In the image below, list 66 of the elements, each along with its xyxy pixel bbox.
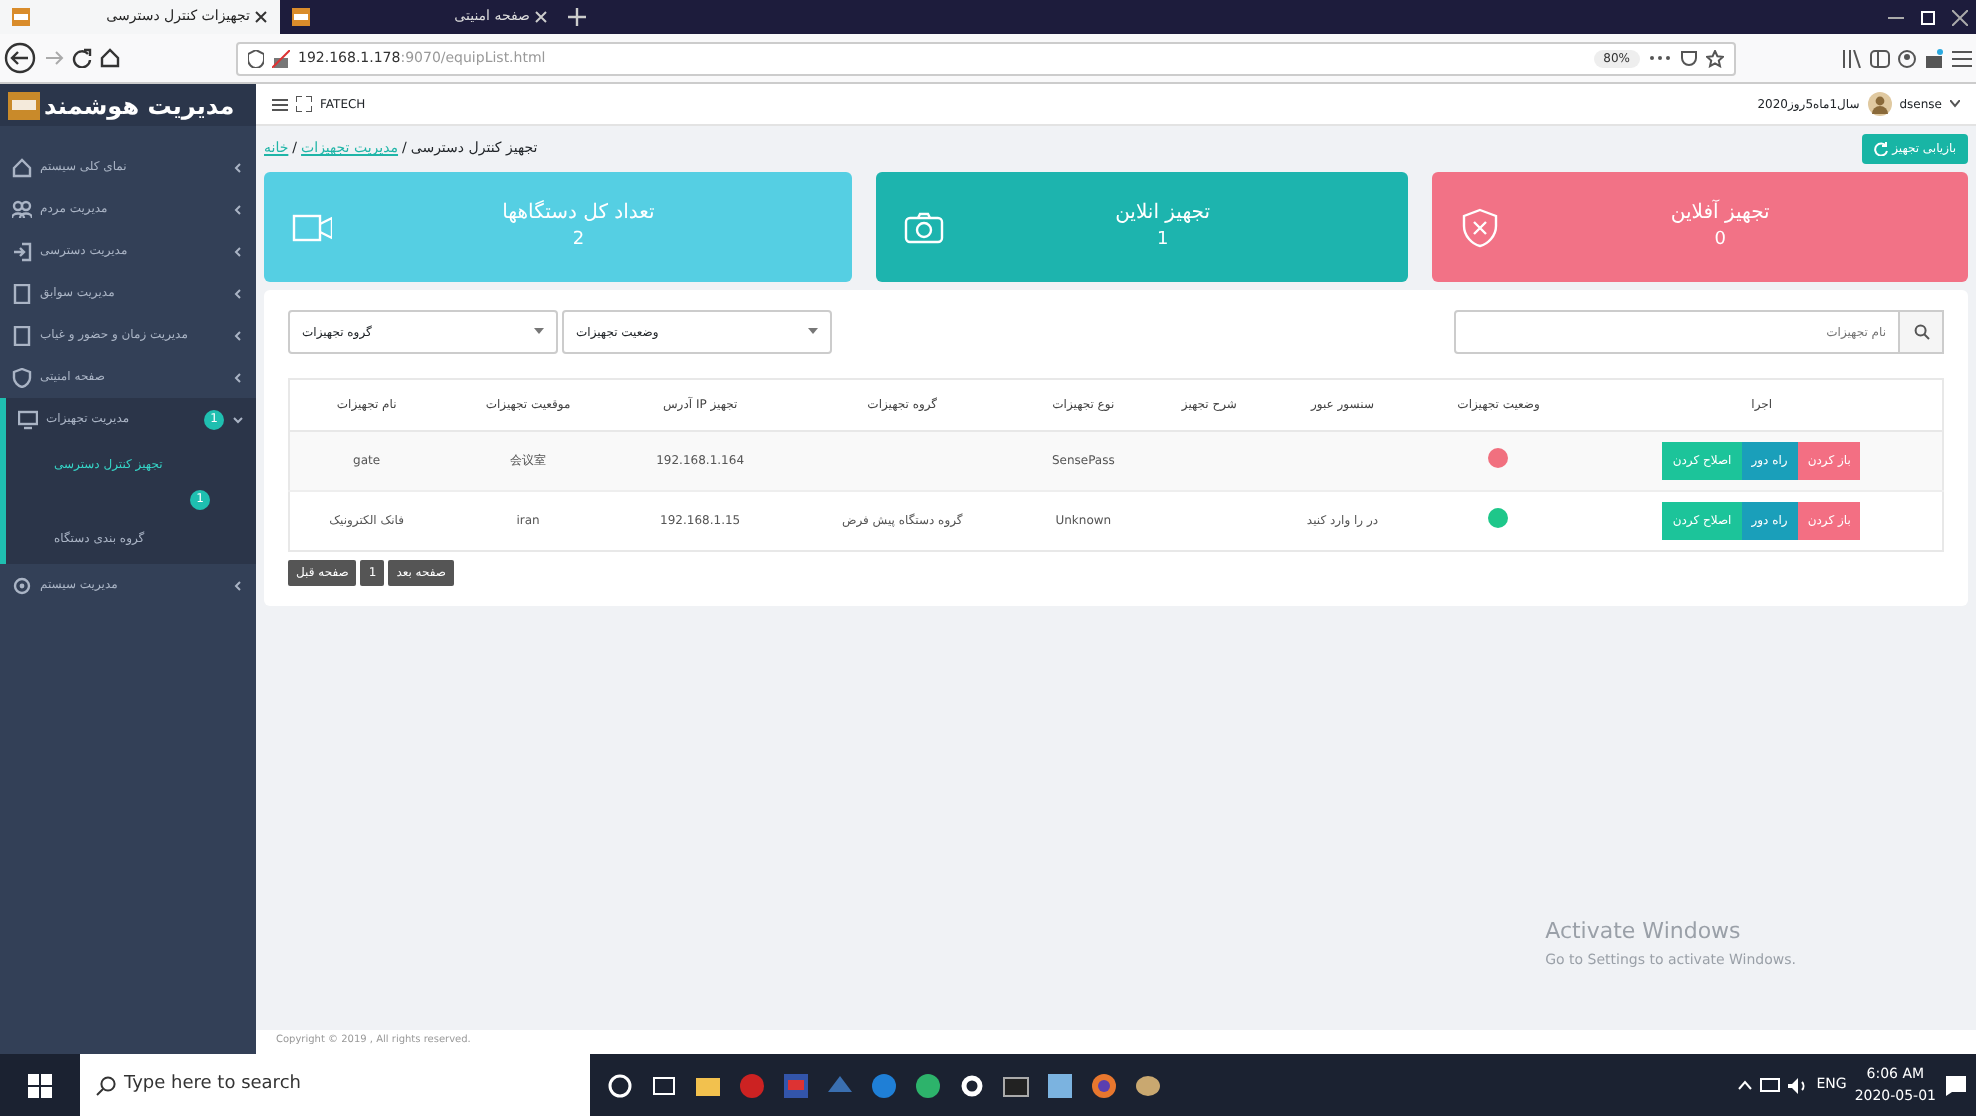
favicon-icon	[12, 8, 30, 26]
taskbar-search-field[interactable]: Type here to search	[80, 1054, 590, 1116]
close-icon[interactable]	[254, 10, 268, 24]
account-icon[interactable]	[1898, 49, 1916, 67]
fullscreen-icon[interactable]	[296, 96, 312, 112]
home-icon[interactable]	[100, 48, 120, 68]
star-icon[interactable]	[1706, 49, 1724, 67]
card-count: 1	[1156, 228, 1169, 255]
taskbar-app-icon[interactable]	[650, 1071, 678, 1099]
notification-icon[interactable]	[1944, 1073, 1968, 1097]
tablet-icon	[12, 325, 32, 345]
menu-icon[interactable]	[1952, 49, 1972, 67]
card-title: تجهیز آفلاین	[1670, 198, 1770, 229]
taskbar-app-icon[interactable]	[1046, 1071, 1074, 1099]
sign-in-icon	[12, 241, 32, 261]
insecure-lock-icon	[272, 49, 290, 67]
chevron-left-icon	[232, 203, 244, 215]
logo-icon	[8, 91, 40, 119]
chevron-left-icon	[232, 287, 244, 299]
back-icon[interactable]	[4, 42, 36, 74]
caret-icon[interactable]	[1950, 100, 1960, 108]
chevron-left-icon	[232, 371, 244, 383]
brand-title: مدیریت هوشمند	[44, 89, 235, 123]
search-icon	[1913, 324, 1929, 340]
users-icon	[12, 199, 32, 219]
sidebar-icon[interactable]	[1870, 49, 1890, 67]
chevron-down-icon	[232, 413, 244, 425]
menu-icon[interactable]	[272, 97, 288, 111]
monitor-icon	[18, 409, 38, 429]
taskbar-app-icon[interactable]	[1134, 1071, 1162, 1099]
refresh-icon	[1874, 142, 1889, 156]
card-title: تعداد کل دستگاهها	[502, 198, 655, 229]
activation-title: Activate Windows	[1545, 916, 1743, 948]
chevron-left-icon	[232, 579, 244, 591]
close-icon[interactable]	[1952, 9, 1968, 25]
chevron-left-icon	[232, 329, 244, 341]
taskbar-app-icon[interactable]	[1002, 1071, 1030, 1099]
library-icon[interactable]	[1842, 49, 1862, 67]
search-icon	[96, 1075, 116, 1095]
card-title: تجهیز انلاین	[1115, 200, 1211, 229]
more-icon[interactable]	[1648, 54, 1672, 62]
network-icon[interactable]	[1760, 1077, 1781, 1093]
card-count: 0	[1714, 228, 1726, 255]
card-count: 2	[572, 228, 585, 255]
tablet-icon	[12, 283, 32, 303]
windows-logo-icon[interactable]	[28, 1073, 52, 1097]
favicon-icon	[292, 8, 310, 26]
taskbar-app-icon[interactable]	[958, 1071, 986, 1099]
taskbar-app-icon[interactable]	[914, 1071, 942, 1099]
reload-icon[interactable]	[72, 48, 92, 68]
caret-icon	[808, 328, 818, 336]
camera-icon	[904, 207, 945, 247]
avatar-icon	[1867, 92, 1892, 116]
home-icon	[12, 157, 32, 177]
shield-icon	[248, 49, 264, 67]
chevron-up-icon[interactable]	[1738, 1080, 1753, 1090]
chevron-left-icon	[232, 161, 244, 173]
gear-icon	[12, 575, 32, 595]
maximize-icon[interactable]	[1920, 9, 1936, 25]
taskbar-app-icon[interactable]	[606, 1071, 634, 1099]
shield-x-icon	[1460, 207, 1501, 247]
search-button[interactable]	[1900, 310, 1944, 354]
shield-icon	[12, 367, 32, 387]
chevron-left-icon	[232, 245, 244, 257]
volume-icon[interactable]	[1788, 1077, 1809, 1093]
caret-icon	[534, 328, 544, 336]
